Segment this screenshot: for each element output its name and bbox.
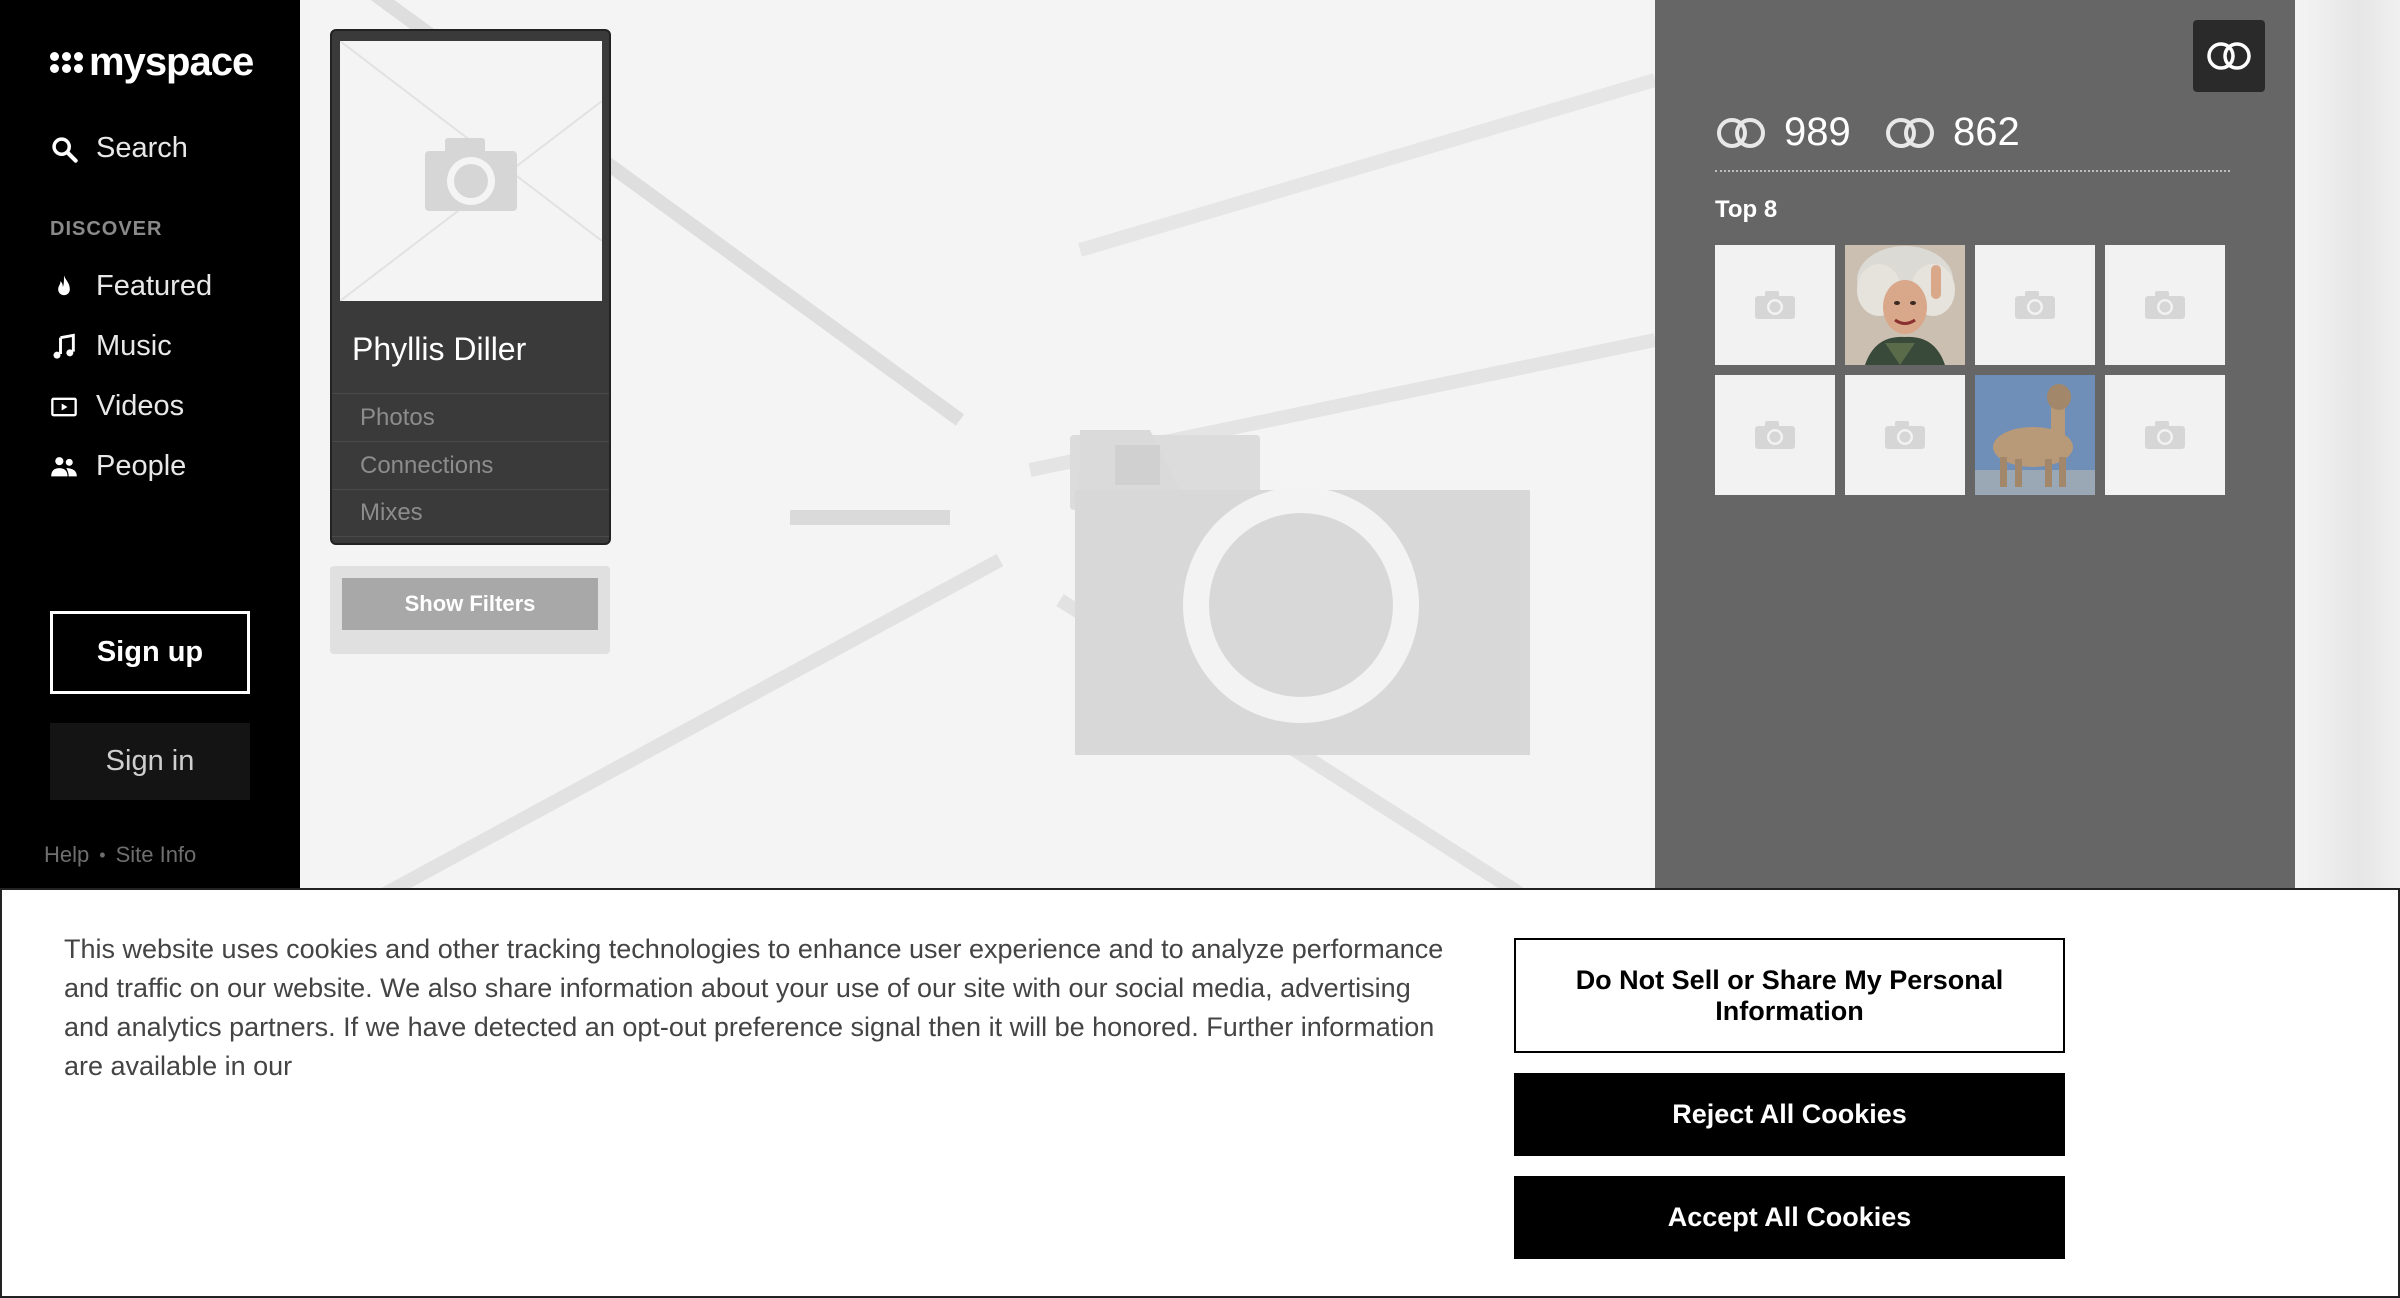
camera-placeholder-icon: [2145, 291, 2185, 319]
camera-placeholder-icon: [1755, 421, 1795, 449]
nav-label-people: People: [96, 450, 187, 482]
footer-separator: •: [99, 844, 106, 865]
search-icon: [52, 136, 78, 163]
connect-rings-icon: [2207, 42, 2251, 70]
logo-dots-icon: [50, 52, 83, 73]
sidebar-footer: Help • Site Info: [44, 842, 196, 868]
profile-link-photos[interactable]: Photos: [332, 393, 609, 441]
profile-photo[interactable]: [340, 41, 602, 301]
camera-placeholder-icon: [340, 41, 602, 301]
accept-all-cookies-button[interactable]: Accept All Cookies: [1514, 1176, 2065, 1259]
top8-friend-1[interactable]: [1715, 245, 1835, 365]
reject-all-cookies-button[interactable]: Reject All Cookies: [1514, 1073, 2065, 1156]
nav-label-music: Music: [96, 330, 172, 362]
discover-heading: DISCOVER: [50, 218, 163, 240]
profile-links: Photos Connections Mixes: [332, 393, 609, 537]
top8-friend-5[interactable]: [1715, 375, 1835, 495]
connect-rings-icon: [1717, 117, 1765, 148]
signup-button[interactable]: Sign up: [50, 611, 250, 694]
myspace-logo[interactable]: myspace: [50, 40, 254, 85]
nav-item-featured[interactable]: Featured: [50, 270, 212, 303]
stat-connections-in[interactable]: 989: [1714, 110, 1851, 155]
cookie-consent-banner: This website uses cookies and other trac…: [0, 888, 2400, 1298]
flame-icon: [58, 274, 70, 295]
search-label: Search: [96, 132, 188, 164]
do-not-sell-button[interactable]: Do Not Sell or Share My Personal Informa…: [1514, 938, 2065, 1053]
profile-link-mixes[interactable]: Mixes: [332, 489, 609, 537]
profile-card: Phyllis Diller Photos Connections Mixes: [330, 29, 611, 545]
camera-placeholder-icon: [1755, 291, 1795, 319]
help-link[interactable]: Help: [44, 842, 89, 868]
profile-link-connections[interactable]: Connections: [332, 441, 609, 489]
camera-placeholder-icon: [2145, 421, 2185, 449]
filters-panel: Show Filters: [330, 566, 610, 654]
signin-button[interactable]: Sign in: [50, 723, 250, 800]
camera-placeholder-icon: [1885, 421, 1925, 449]
show-filters-button[interactable]: Show Filters: [342, 578, 598, 630]
nav-label-featured: Featured: [96, 270, 213, 302]
top8-friend-8[interactable]: [2105, 375, 2225, 495]
top8-heading: Top 8: [1715, 196, 1778, 223]
video-icon: [51, 397, 77, 416]
stat-value-out: 862: [1953, 110, 2020, 154]
top8-friend-2[interactable]: [1845, 245, 1965, 365]
stats-divider: [1715, 170, 2230, 172]
nav-label-videos: Videos: [96, 390, 185, 422]
friend-llama-photo: [1975, 375, 2095, 495]
nav-item-music[interactable]: Music: [50, 330, 172, 363]
site-info-link[interactable]: Site Info: [116, 842, 197, 868]
connect-button[interactable]: [2193, 20, 2265, 92]
nav-item-people[interactable]: People: [50, 450, 186, 483]
stat-connections-out[interactable]: 862: [1883, 110, 2020, 155]
top8-friend-3[interactable]: [1975, 245, 2095, 365]
stat-value-in: 989: [1784, 110, 1851, 154]
top8-friend-7[interactable]: [1975, 375, 2095, 495]
connect-rings-icon: [1886, 117, 1934, 148]
profile-name: Phyllis Diller: [352, 331, 527, 367]
search-link[interactable]: Search: [50, 132, 188, 165]
nav-item-videos[interactable]: Videos: [50, 390, 184, 423]
top8-friend-4[interactable]: [2105, 245, 2225, 365]
right-edge-shadow: [2295, 0, 2400, 890]
logo-text: myspace: [89, 40, 254, 84]
top8-friend-6[interactable]: [1845, 375, 1965, 495]
cookie-notice-text: This website uses cookies and other trac…: [64, 934, 1444, 1081]
music-note-icon: [53, 333, 75, 359]
top8-grid: [1715, 245, 2225, 495]
friend-portrait-photo: [1845, 245, 1965, 365]
camera-placeholder-icon: [2015, 291, 2055, 319]
people-icon: [51, 456, 77, 476]
